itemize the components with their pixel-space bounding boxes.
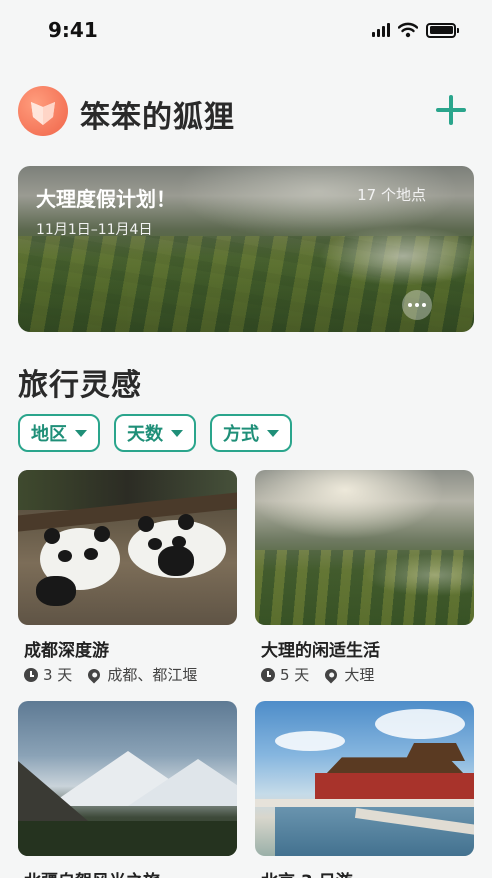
- plan-place-count: 17 个地点: [357, 186, 426, 204]
- status-icons: [372, 22, 459, 38]
- location-pin-icon: [322, 666, 340, 683]
- status-time: 9:41: [48, 18, 98, 42]
- section-title: 旅行灵感: [18, 368, 142, 403]
- trip-title: 成都深度游: [24, 641, 109, 661]
- caret-down-icon: [75, 429, 87, 437]
- fox-logo-icon[interactable]: [18, 86, 68, 136]
- wifi-icon: [398, 22, 418, 38]
- filter-region[interactable]: 地区: [18, 414, 100, 452]
- battery-icon: [426, 22, 459, 38]
- trip-card[interactable]: 北疆自驾风光之旅: [18, 701, 237, 878]
- trip-location: 大理: [344, 666, 375, 684]
- more-icon[interactable]: [402, 290, 432, 320]
- app-header: 笨笨的狐狸: [18, 85, 470, 137]
- filter-label: 天数: [127, 424, 163, 445]
- trip-meta: 5 天 大理: [261, 664, 374, 685]
- plan-dates: 11月1日–11月4日: [36, 222, 153, 238]
- filter-mode[interactable]: 方式: [210, 414, 292, 452]
- trip-title: 大理的闲适生活: [261, 641, 380, 661]
- filter-bar: 地区 天数 方式: [18, 414, 292, 452]
- trip-location: 成都、都江堰: [107, 666, 198, 684]
- clock-icon: [24, 667, 38, 682]
- filter-label: 地区: [31, 424, 67, 445]
- filter-days[interactable]: 天数: [114, 414, 196, 452]
- trip-photo: [255, 701, 474, 856]
- caret-down-icon: [171, 429, 183, 437]
- trip-card[interactable]: 北京 3 日游: [255, 701, 474, 878]
- signal-icon: [372, 23, 390, 37]
- page-title: 笨笨的狐狸: [80, 100, 235, 135]
- filter-label: 方式: [223, 424, 259, 445]
- add-plan-button[interactable]: [432, 91, 470, 129]
- location-pin-icon: [85, 666, 103, 683]
- trip-days: 3 天: [43, 666, 73, 684]
- trip-photo: [18, 470, 237, 625]
- clock-icon: [261, 667, 275, 682]
- trip-title: 北京 3 日游: [261, 867, 353, 878]
- plan-title: 大理度假计划！: [36, 187, 176, 211]
- caret-down-icon: [267, 429, 279, 437]
- trip-photo: [255, 470, 474, 625]
- trip-plan-card[interactable]: 大理度假计划！ 11月1日–11月4日 17 个地点: [18, 166, 474, 332]
- trip-meta: 3 天 成都、都江堰: [24, 664, 197, 685]
- trip-title: 北疆自驾风光之旅: [24, 867, 160, 878]
- trip-days: 5 天: [280, 666, 310, 684]
- trip-card[interactable]: 成都深度游 3 天 成都、都江堰: [18, 470, 237, 684]
- trip-photo: [18, 701, 237, 856]
- status-bar: 9:41: [0, 0, 492, 60]
- trip-card[interactable]: 大理的闲适生活 5 天 大理: [255, 470, 474, 684]
